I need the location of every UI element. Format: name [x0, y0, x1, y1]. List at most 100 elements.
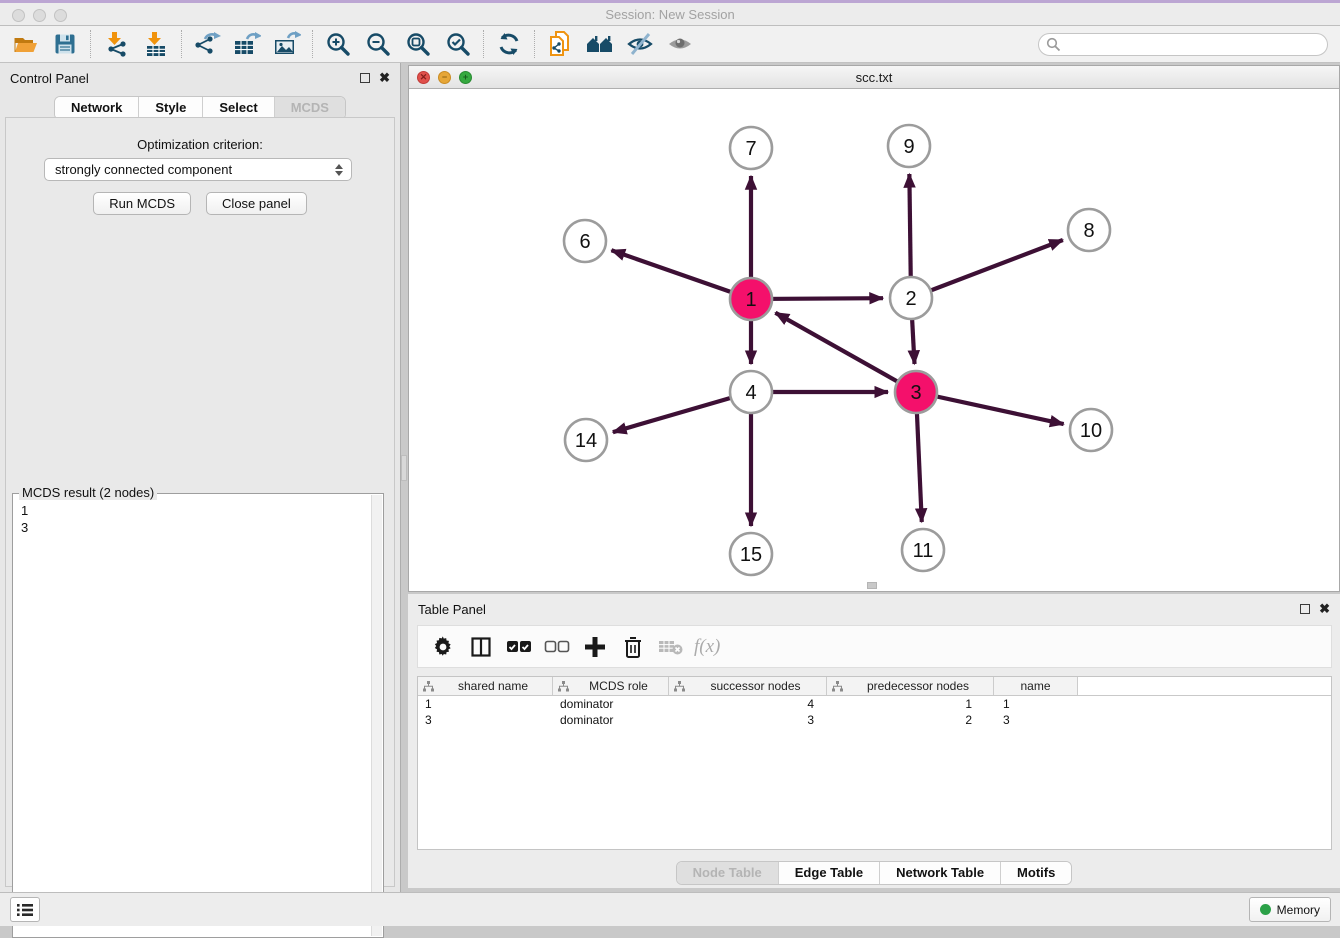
refresh-icon [496, 31, 522, 57]
import-network-button[interactable] [96, 29, 136, 60]
zoom-in-icon [325, 31, 351, 57]
close-panel-button[interactable]: Close panel [206, 192, 307, 215]
import-table-button[interactable] [136, 29, 176, 60]
columns-icon [469, 635, 493, 659]
tab-mcds[interactable]: MCDS [275, 97, 345, 119]
graph-node-7[interactable]: 7 [730, 127, 772, 169]
unchecked-boxes-icon [544, 640, 570, 654]
panel-splitter-handle[interactable] [401, 455, 407, 481]
graph-node-4[interactable]: 4 [730, 371, 772, 413]
tab-network[interactable]: Network [55, 97, 139, 119]
table-panel-header: Table Panel ✖ [408, 594, 1340, 624]
table-cell: 1 [994, 697, 1078, 711]
criterion-dropdown[interactable]: strongly connected component [44, 158, 352, 181]
graph-node-3[interactable]: 3 [895, 371, 937, 413]
column-type-icon [674, 681, 685, 692]
graph-node-10[interactable]: 10 [1070, 409, 1112, 451]
node-table[interactable]: shared name MCDS role successor nodesprede… [417, 676, 1332, 850]
svg-text:8: 8 [1083, 220, 1094, 242]
column-header-mcds-role[interactable]: MCDS role [553, 677, 669, 695]
search-input[interactable] [1038, 33, 1328, 56]
graph-node-9[interactable]: 9 [888, 125, 930, 167]
export-table-button[interactable] [227, 29, 267, 60]
toolbar-separator [483, 30, 484, 58]
graph-node-6[interactable]: 6 [564, 220, 606, 262]
table-row[interactable]: 1dominator411 [418, 696, 1331, 712]
table-panel: Table Panel ✖ [408, 594, 1340, 888]
new-network-from-selection-button[interactable] [540, 29, 580, 60]
column-type-icon [558, 681, 569, 692]
zoom-out-icon [365, 31, 391, 57]
gear-icon [432, 636, 454, 658]
zoom-out-button[interactable] [358, 29, 398, 60]
svg-text:15: 15 [740, 544, 762, 566]
column-label: MCDS role [569, 679, 668, 693]
tab-select[interactable]: Select [203, 97, 274, 119]
close-panel-icon[interactable]: ✖ [379, 73, 390, 83]
column-type-icon [423, 681, 434, 692]
column-header-predecessor-nodes[interactable]: predecessor nodes [827, 677, 994, 695]
show-columns-button[interactable] [464, 630, 498, 664]
svg-text:2: 2 [905, 288, 916, 310]
table-cell: 3 [994, 713, 1078, 727]
import-network-icon [103, 31, 129, 57]
table-header-row: shared name MCDS role successor nodesprede… [418, 677, 1331, 696]
zoom-fit-button[interactable] [398, 29, 438, 60]
graph-node-1[interactable]: 1 [730, 278, 772, 320]
close-table-panel-icon[interactable]: ✖ [1319, 604, 1330, 614]
toolbar-separator [181, 30, 182, 58]
mcds-result-box: MCDS result (2 nodes) 1 3 [12, 493, 384, 938]
table-tab-motifs[interactable]: Motifs [1001, 862, 1071, 884]
graph-node-2[interactable]: 2 [890, 277, 932, 319]
delete-column-button[interactable] [616, 630, 650, 664]
result-scrollbar[interactable] [371, 495, 382, 936]
column-label: successor nodes [685, 679, 826, 693]
export-image-button[interactable] [267, 29, 307, 60]
run-mcds-button[interactable]: Run MCDS [93, 192, 191, 215]
first-neighbors-button[interactable] [580, 29, 620, 60]
zoom-in-button[interactable] [318, 29, 358, 60]
graph-node-15[interactable]: 15 [730, 533, 772, 575]
zoom-selected-button[interactable] [438, 29, 478, 60]
deselect-all-columns-button[interactable] [540, 630, 574, 664]
network-window-titlebar[interactable]: ✕ − + scc.txt [409, 66, 1339, 89]
memory-button[interactable]: Memory [1249, 897, 1331, 922]
canvas-splitter-handle[interactable] [867, 582, 877, 589]
table-tab-network-table[interactable]: Network Table [880, 862, 1001, 884]
status-bar: Memory [0, 892, 1340, 926]
edge-2-8[interactable] [911, 240, 1063, 298]
column-header-name[interactable]: name [994, 677, 1078, 695]
toolbar-separator [90, 30, 91, 58]
graph-node-8[interactable]: 8 [1068, 209, 1110, 251]
network-canvas[interactable]: 7 9 6 8 1 2 4 3 14 10 15 11 [409, 90, 1339, 591]
float-table-panel-icon[interactable] [1300, 604, 1310, 614]
apply-function-button: f(x) [694, 636, 720, 658]
hide-selection-button[interactable] [620, 29, 660, 60]
refresh-view-button[interactable] [489, 29, 529, 60]
plus-icon [584, 636, 606, 658]
column-header-shared-name[interactable]: shared name [418, 677, 553, 695]
table-tab-node-table[interactable]: Node Table [677, 862, 779, 884]
select-all-columns-button[interactable] [502, 630, 536, 664]
table-row[interactable]: 3dominator323 [418, 712, 1331, 728]
edge-3-10[interactable] [916, 392, 1064, 424]
export-network-button[interactable] [187, 29, 227, 60]
edge-3-1[interactable] [775, 313, 916, 392]
export-table-icon [233, 31, 261, 57]
column-header-successor-nodes[interactable]: successor nodes [669, 677, 827, 695]
tab-style[interactable]: Style [139, 97, 203, 119]
open-session-button[interactable] [5, 29, 45, 60]
task-history-button[interactable] [10, 897, 40, 922]
graph-node-14[interactable]: 14 [565, 419, 607, 461]
table-tab-edge-table[interactable]: Edge Table [779, 862, 880, 884]
svg-text:7: 7 [745, 138, 756, 160]
dropdown-stepper-icon [335, 164, 343, 176]
float-panel-icon[interactable] [360, 73, 370, 83]
open-folder-icon [12, 31, 38, 57]
table-cell: dominator [553, 697, 669, 711]
save-session-button[interactable] [45, 29, 85, 60]
add-column-button[interactable] [578, 630, 612, 664]
show-all-button[interactable] [660, 29, 700, 60]
table-options-button[interactable] [426, 630, 460, 664]
graph-node-11[interactable]: 11 [902, 529, 944, 571]
